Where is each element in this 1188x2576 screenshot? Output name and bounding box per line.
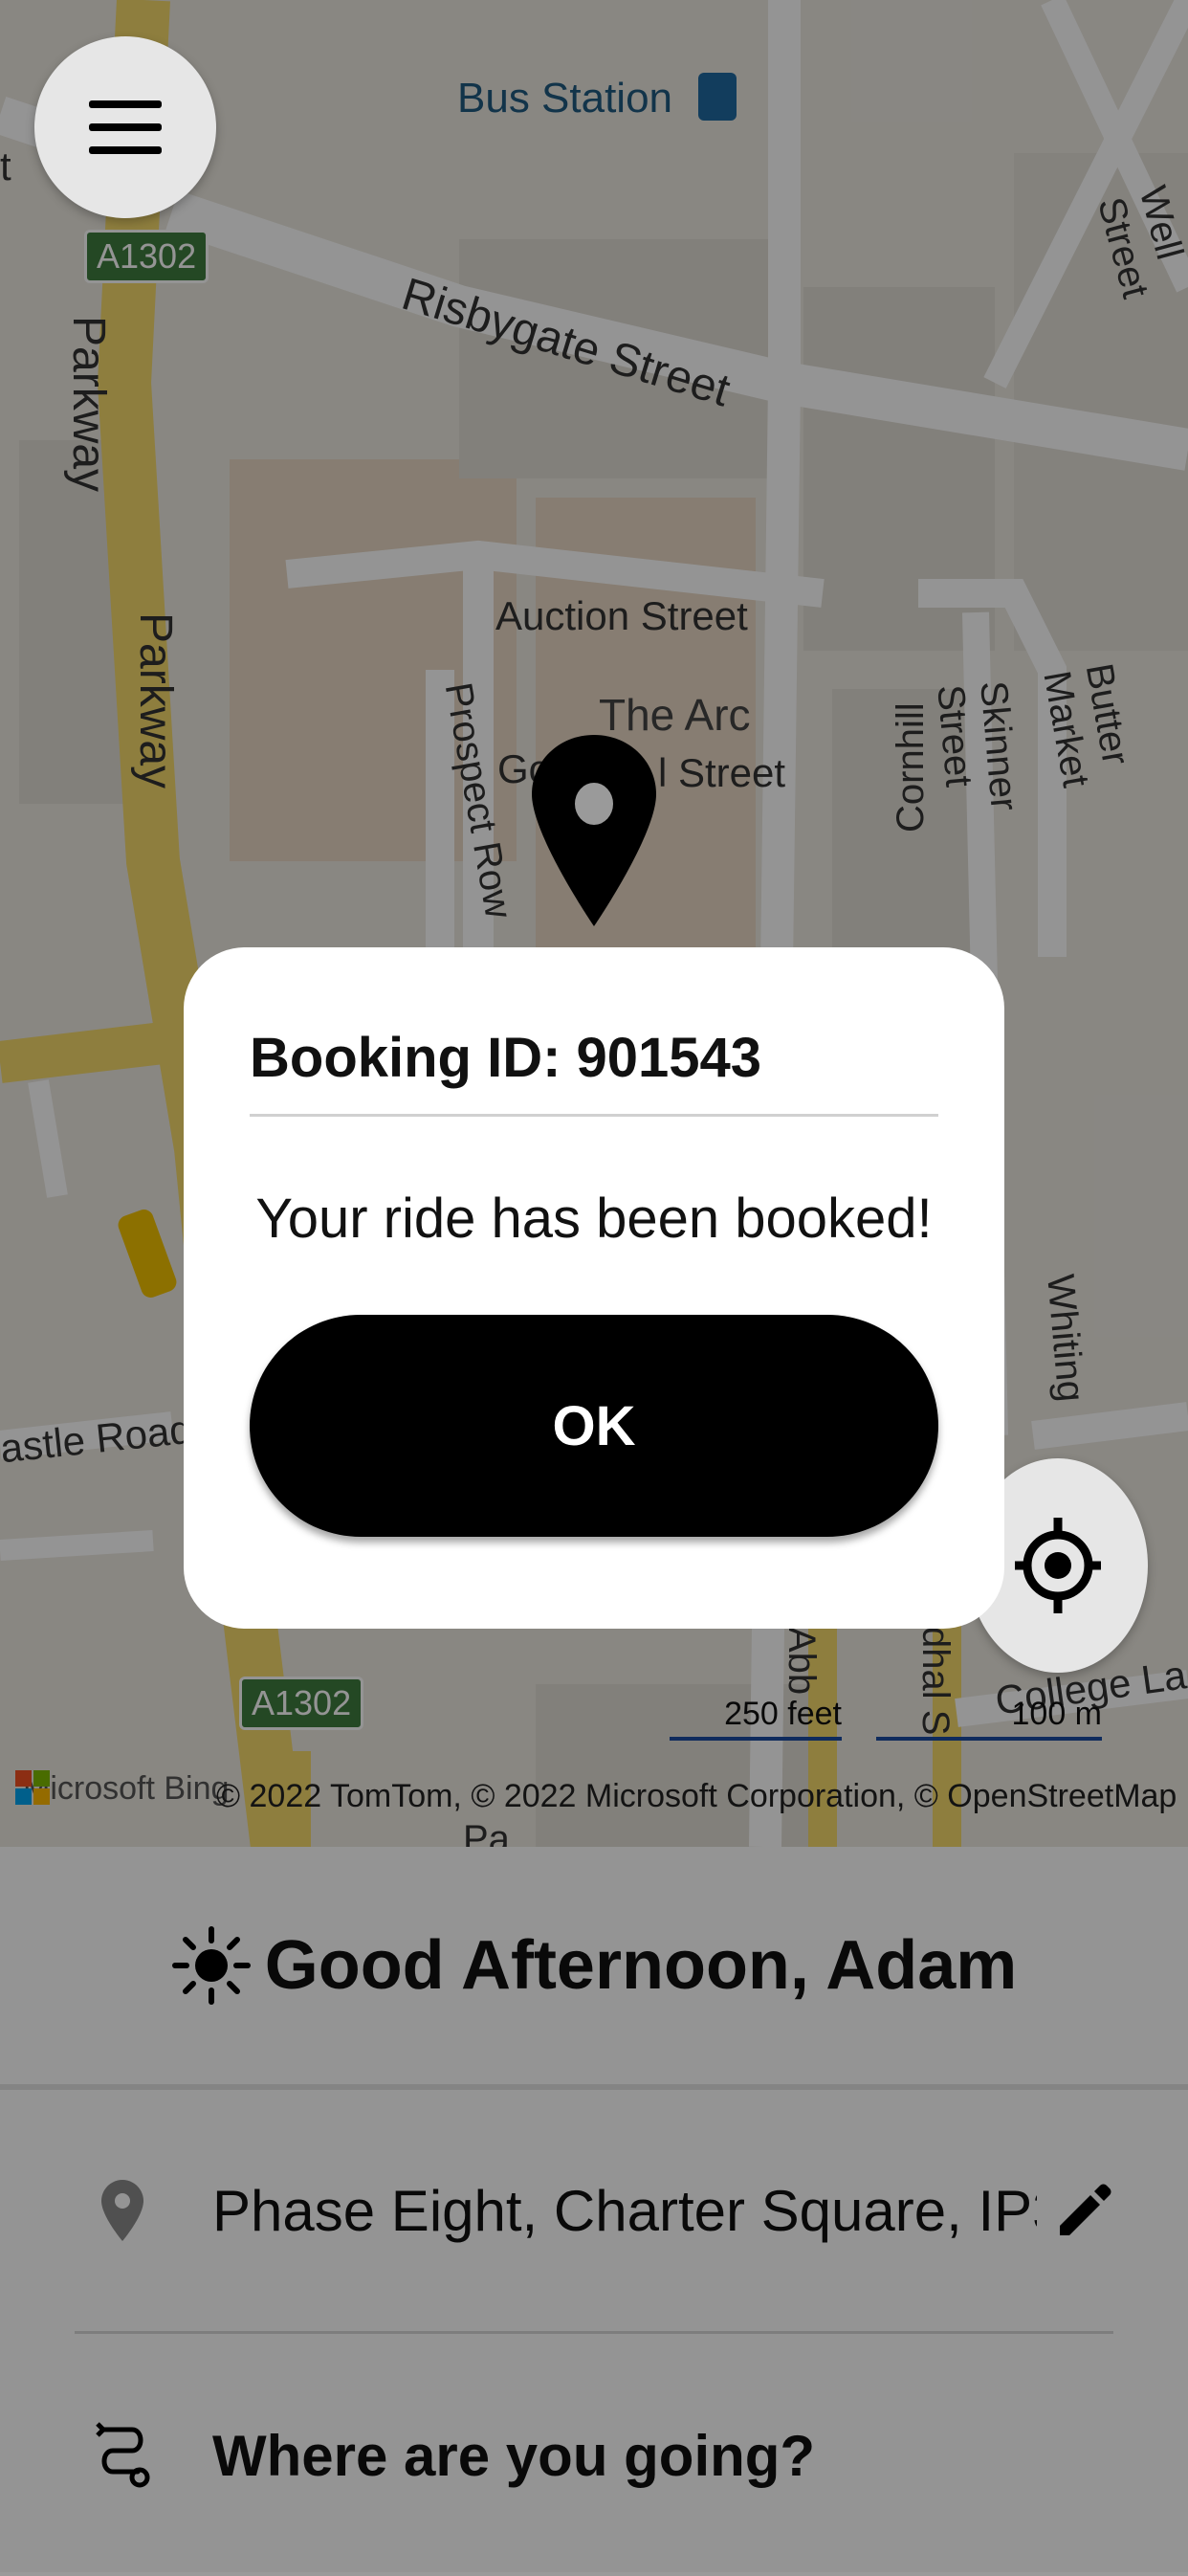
booking-confirmation-dialog: Booking ID: 901543 Your ride has been bo… — [184, 947, 1004, 1629]
booking-id-title: Booking ID: 901543 — [250, 1027, 762, 1089]
menu-button[interactable] — [34, 36, 216, 218]
ok-button[interactable]: OK — [250, 1315, 938, 1537]
dialog-divider — [250, 1114, 938, 1117]
booking-message: Your ride has been booked! — [255, 1188, 933, 1250]
hamburger-menu-icon — [89, 100, 162, 154]
crosshair-icon — [1015, 1518, 1101, 1613]
map-pin-icon — [532, 735, 656, 926]
